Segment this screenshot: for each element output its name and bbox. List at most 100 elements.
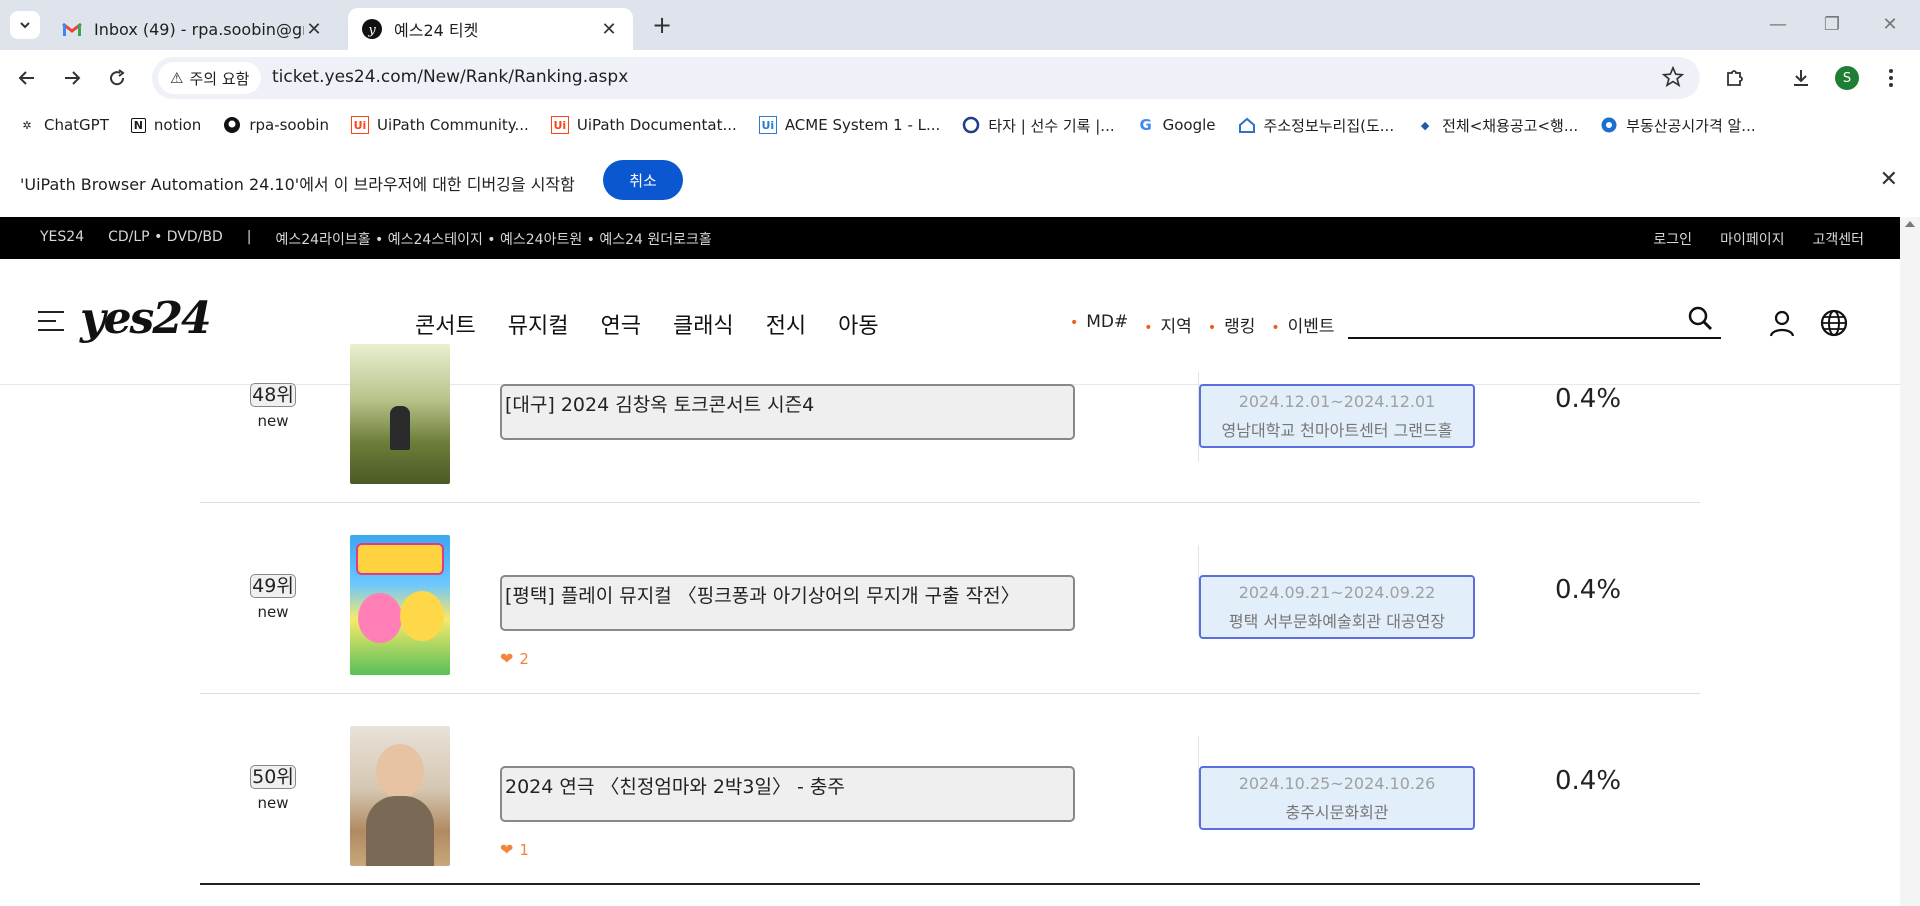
rank-label: 50위: [250, 765, 296, 789]
svg-text:y: y: [367, 23, 376, 38]
back-button[interactable]: [12, 63, 42, 93]
security-chip[interactable]: ⚠ 주의 요함: [158, 62, 262, 94]
venue-box: 2024.09.21~2024.09.22 평택 서부문화예술회관 대공연장: [1199, 575, 1475, 639]
profile-button[interactable]: S: [1832, 63, 1862, 93]
bookmark-realty[interactable]: 부동산공시가격 알...: [1600, 115, 1756, 136]
kbo-icon: [962, 116, 980, 134]
tab-search-button[interactable]: [10, 11, 40, 39]
window-close-icon[interactable]: ✕: [1870, 12, 1910, 38]
bookmark-acme[interactable]: Ui ACME System 1 - L...: [758, 116, 940, 134]
security-chip-label: 주의 요함: [189, 69, 250, 88]
realty-icon: [1600, 116, 1618, 134]
bookmark-notion[interactable]: Nnotion: [130, 116, 201, 134]
debug-infobar: 'UiPath Browser Automation 24.10'에서 이 브라…: [0, 143, 1920, 217]
address-bar[interactable]: ⚠ 주의 요함 ticket.yes24.com/New/Rank/Rankin…: [152, 57, 1700, 99]
heart-icon: ❤: [500, 649, 514, 668]
table-row: 48위 new [대구] 2024 김창옥 토크콘서트 시즌4 2024.12.…: [200, 312, 1700, 503]
cancel-debug-button[interactable]: 취소: [603, 160, 683, 200]
bookmark-juso[interactable]: 주소정보누리집(도...: [1238, 115, 1394, 136]
forward-button[interactable]: [57, 63, 87, 93]
uipath-icon: Ui: [350, 116, 369, 134]
bookmark-job[interactable]: ◆ 전체<채용공고<행...: [1416, 115, 1578, 136]
tab-strip: Inbox (49) - rpa.soobin@gmail. ✕ y 예스24 …: [0, 0, 1920, 50]
extensions-button[interactable]: [1720, 63, 1750, 93]
avatar: S: [1835, 66, 1859, 90]
rank-label: 48위: [250, 383, 296, 407]
topbar-link-halls[interactable]: 예스24라이브홀 • 예스24스테이지 • 예스24아트원 • 예스24 원더로…: [276, 229, 712, 249]
performance-place: 영남대학교 천마아트센터 그랜드홀: [1221, 421, 1453, 440]
tab-yes24[interactable]: y 예스24 티켓 ✕: [348, 8, 633, 50]
restore-icon[interactable]: ❐: [1812, 12, 1852, 38]
performance-title[interactable]: 2024 연극 〈친정엄마와 2박3일〉 - 충주: [500, 766, 1075, 822]
customer-center-link[interactable]: 고객센터: [1812, 229, 1864, 249]
bookmark-google[interactable]: G Google: [1137, 116, 1215, 134]
tab-title: Inbox (49) - rpa.soobin@gmail.: [94, 19, 304, 39]
juso-icon: [1238, 116, 1256, 134]
close-icon[interactable]: ✕: [1880, 167, 1898, 192]
minimize-icon[interactable]: —: [1758, 12, 1798, 38]
bookmark-chatgpt[interactable]: ✲ ChatGPT: [18, 116, 109, 134]
bookmark-uipath-community[interactable]: Ui UiPath Community...: [350, 116, 529, 134]
tab-gmail[interactable]: Inbox (49) - rpa.soobin@gmail. ✕: [48, 8, 338, 50]
site-topbar: YES24 CD/LP • DVD/BD | 예스24라이브홀 • 예스24스테…: [0, 217, 1900, 259]
job-icon: ◆: [1420, 118, 1430, 132]
reload-icon: [110, 69, 125, 86]
download-icon: [1794, 70, 1808, 86]
topbar-separator: |: [246, 229, 252, 245]
chevron-down-icon: [20, 22, 30, 29]
user-icon[interactable]: [1768, 309, 1796, 341]
github-icon: [223, 116, 241, 134]
like-count[interactable]: ❤ 1: [500, 840, 529, 859]
star-icon[interactable]: [1661, 65, 1685, 92]
bookmark-github[interactable]: rpa-soobin: [223, 116, 329, 134]
chatgpt-icon: ✲: [22, 118, 32, 132]
booking-share: 0.4%: [1555, 384, 1622, 414]
topbar-link-yes24[interactable]: YES24: [40, 229, 84, 249]
globe-icon[interactable]: [1820, 309, 1848, 341]
performance-date: 2024.10.25~2024.10.26: [1238, 774, 1436, 793]
heart-icon: ❤: [500, 840, 514, 859]
downloads-button[interactable]: [1786, 63, 1816, 93]
performance-date: 2024.12.01~2024.12.01: [1238, 392, 1436, 411]
url-text[interactable]: ticket.yes24.com/New/Rank/Ranking.aspx: [272, 67, 628, 87]
topbar-link-cd[interactable]: CD/LP • DVD/BD: [108, 229, 223, 249]
performance-place: 충주시문화회관: [1285, 803, 1389, 822]
arrow-left-icon: [18, 71, 34, 85]
menu-button[interactable]: [1876, 63, 1906, 93]
poster-image[interactable]: [350, 344, 450, 484]
login-link[interactable]: 로그인: [1653, 229, 1692, 249]
rank-change: new: [257, 603, 289, 621]
close-icon[interactable]: ✕: [599, 19, 619, 40]
venue-box: 2024.10.25~2024.10.26 충주시문화회관: [1199, 766, 1475, 830]
kebab-menu-icon: [1889, 69, 1893, 87]
notion-icon: N: [130, 117, 146, 133]
poster-image[interactable]: [350, 535, 450, 675]
hamburger-menu-icon[interactable]: [38, 311, 64, 333]
rank-change: new: [257, 794, 289, 812]
uipath-icon: Ui: [550, 116, 569, 134]
performance-date: 2024.09.21~2024.09.22: [1238, 583, 1436, 602]
rank-change: new: [257, 412, 289, 430]
booking-share: 0.4%: [1555, 766, 1622, 796]
arrow-right-icon: [65, 71, 81, 85]
browser-toolbar: ⚠ 주의 요함 ticket.yes24.com/New/Rank/Rankin…: [0, 50, 1920, 107]
new-tab-button[interactable]: +: [648, 12, 676, 40]
performance-title[interactable]: [대구] 2024 김창옥 토크콘서트 시즌4: [500, 384, 1075, 440]
poster-image[interactable]: [350, 726, 450, 866]
puzzle-icon: [1727, 70, 1743, 86]
mypage-link[interactable]: 마이페이지: [1720, 229, 1784, 249]
like-count[interactable]: ❤ 2: [500, 649, 529, 668]
yes24-logo[interactable]: yes24: [80, 293, 212, 344]
scroll-up-icon[interactable]: [1905, 221, 1915, 227]
infobar-message: 'UiPath Browser Automation 24.10'에서 이 브라…: [20, 175, 575, 194]
reload-button[interactable]: [102, 63, 132, 93]
bookmark-kbo[interactable]: 타자 | 선수 기록 |...: [962, 115, 1115, 136]
performance-title[interactable]: [평택] 플레이 뮤지컬 〈핑크퐁과 아기상어의 무지개 구출 작전〉: [500, 575, 1075, 631]
bookmarks-bar: ✲ ChatGPT Nnotion rpa-soobin Ui UiPath Com…: [0, 107, 1920, 143]
bookmark-uipath-docs[interactable]: Ui UiPath Documentat...: [550, 116, 737, 134]
table-row: 49위 new [평택] 플레이 뮤지컬 〈핑크퐁과 아기상어의 무지개 구출 …: [200, 503, 1700, 694]
close-icon[interactable]: ✕: [304, 19, 324, 40]
performance-place: 평택 서부문화예술회관 대공연장: [1228, 612, 1446, 631]
venue-box: 2024.12.01~2024.12.01 영남대학교 천마아트센터 그랜드홀: [1199, 384, 1475, 448]
page-scrollbar[interactable]: [1900, 217, 1920, 906]
